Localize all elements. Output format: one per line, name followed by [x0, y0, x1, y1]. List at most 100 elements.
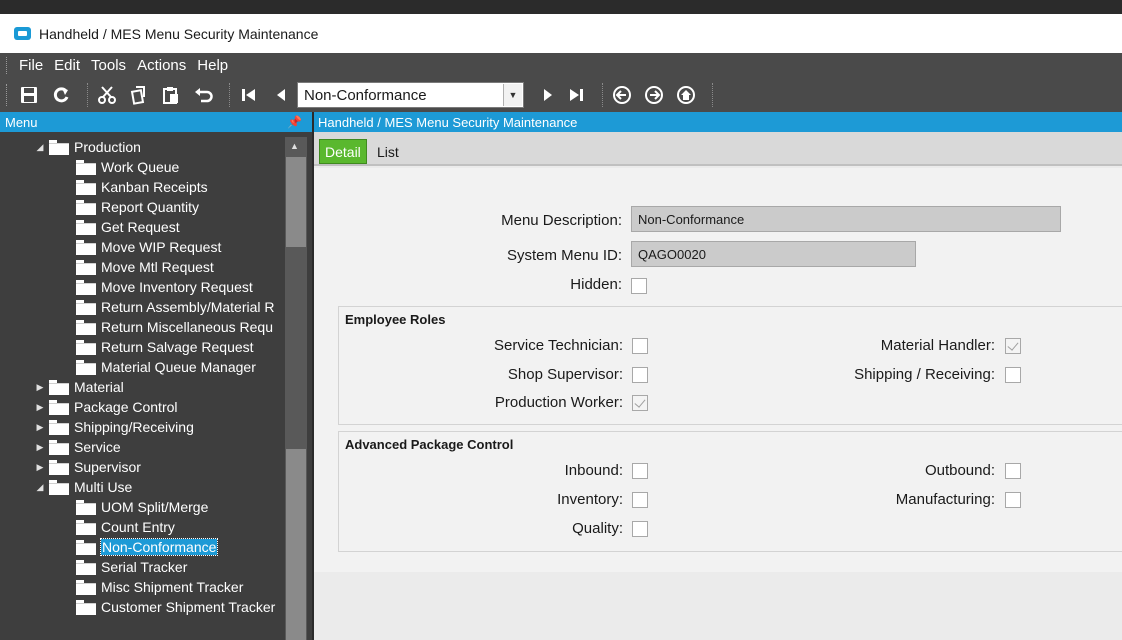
system-menu-id-field[interactable]: QAGO0020	[631, 241, 916, 267]
expand-arrow-icon[interactable]: ▶	[35, 422, 45, 433]
last-record-icon[interactable]	[564, 83, 588, 107]
collapse-arrow-icon[interactable]: ◢	[35, 482, 45, 493]
tree-group-node[interactable]: ▶ Supervisor	[0, 457, 285, 477]
folder-icon	[49, 140, 69, 155]
folder-icon	[76, 280, 96, 295]
home-icon[interactable]	[674, 83, 698, 107]
tree-item[interactable]: Move Inventory Request	[0, 277, 285, 297]
tree-node-label: Report Quantity	[101, 199, 200, 215]
tree-item[interactable]: Move WIP Request	[0, 237, 285, 257]
quality-checkbox[interactable]	[632, 521, 648, 537]
chevron-down-icon[interactable]: ▼	[503, 84, 522, 106]
hidden-checkbox[interactable]	[631, 278, 647, 294]
tree-item[interactable]: UOM Split/Merge	[0, 497, 285, 517]
menu-actions[interactable]: Actions	[137, 57, 186, 74]
menu-description-field[interactable]: Non-Conformance	[631, 206, 1061, 232]
tree-item[interactable]: Serial Tracker	[0, 557, 285, 577]
paste-icon[interactable]	[159, 83, 183, 107]
expand-arrow-icon[interactable]: ▶	[35, 442, 45, 453]
menu-file[interactable]: File	[19, 57, 43, 74]
folder-icon	[76, 320, 96, 335]
tree-node-label: Material	[74, 379, 124, 395]
scrollbar-thumb-lower[interactable]	[286, 449, 306, 640]
folder-icon	[76, 260, 96, 275]
tree-item[interactable]: Misc Shipment Tracker	[0, 577, 285, 597]
tree-item[interactable]: Get Request	[0, 217, 285, 237]
tree-item[interactable]: Kanban Receipts	[0, 177, 285, 197]
pin-icon[interactable]: 📌	[287, 115, 302, 129]
tree-item[interactable]: Material Queue Manager	[0, 357, 285, 377]
manufacturing-checkbox[interactable]	[1005, 492, 1021, 508]
tree-node-label: Package Control	[74, 399, 178, 415]
tree-node-label: Count Entry	[101, 519, 175, 535]
tree-node-label: Serial Tracker	[101, 559, 188, 575]
folder-icon	[76, 240, 96, 255]
window-titlebar: Handheld / MES Menu Security Maintenance	[0, 14, 1122, 53]
folder-icon	[76, 160, 96, 175]
advanced-package-control-group: Advanced Package Control Inbound: Invent…	[338, 431, 1122, 552]
scrollbar-thumb[interactable]	[286, 157, 306, 247]
previous-record-icon[interactable]	[269, 83, 293, 107]
employee-roles-group: Employee Roles Service Technician: Shop …	[338, 306, 1122, 425]
expand-arrow-icon[interactable]: ▶	[35, 462, 45, 473]
service-technician-label: Service Technician:	[494, 337, 623, 354]
tree-group-node[interactable]: ◢ Multi Use	[0, 477, 285, 497]
tab-detail[interactable]: Detail	[319, 139, 367, 164]
first-record-icon[interactable]	[237, 83, 261, 107]
menu-panel-header: Menu 📌	[0, 112, 312, 132]
shop-supervisor-checkbox[interactable]	[632, 367, 648, 383]
service-technician-checkbox[interactable]	[632, 338, 648, 354]
tree-group-node[interactable]: ▶ Service	[0, 437, 285, 457]
folder-icon	[76, 200, 96, 215]
tree-item[interactable]: Customer Shipment Tracker	[0, 597, 285, 617]
copy-icon[interactable]	[127, 83, 151, 107]
folder-icon	[49, 400, 69, 415]
tree-group-node[interactable]: ◢ Production	[0, 137, 285, 157]
collapse-arrow-icon[interactable]: ◢	[35, 142, 45, 153]
tree-node-label: Multi Use	[74, 479, 133, 495]
menu-panel-title: Menu	[5, 114, 38, 130]
tree-group-node[interactable]: ▶ Shipping/Receiving	[0, 417, 285, 437]
inventory-checkbox[interactable]	[632, 492, 648, 508]
tree-node-label: Production	[74, 139, 141, 155]
cut-icon[interactable]	[95, 83, 119, 107]
tree-scrollbar[interactable]: ▲	[285, 137, 307, 640]
detail-panel: Handheld / MES Menu Security Maintenance…	[314, 112, 1122, 640]
refresh-icon[interactable]	[49, 83, 73, 107]
production-worker-checkbox[interactable]	[632, 395, 648, 411]
next-record-icon[interactable]	[536, 83, 560, 107]
tree-group-node[interactable]: ▶ Package Control	[0, 397, 285, 417]
material-handler-checkbox[interactable]	[1005, 338, 1021, 354]
expand-arrow-icon[interactable]: ▶	[35, 382, 45, 393]
shipping-receiving-checkbox[interactable]	[1005, 367, 1021, 383]
tree-item[interactable]: Return Salvage Request	[0, 337, 285, 357]
menu-tree-panel: Menu 📌 ◢ Production Work Queue Kanban Recei…	[0, 112, 312, 640]
folder-icon	[76, 560, 96, 575]
folder-icon	[49, 380, 69, 395]
forward-icon[interactable]	[642, 83, 666, 107]
folder-icon	[49, 460, 69, 475]
record-navigator-combo[interactable]: Non-Conformance ▼	[297, 82, 524, 108]
tree-item[interactable]: Count Entry	[0, 517, 285, 537]
inbound-checkbox[interactable]	[632, 463, 648, 479]
tab-list[interactable]: List	[372, 139, 404, 164]
inventory-label: Inventory:	[557, 491, 623, 508]
menu-help[interactable]: Help	[197, 57, 228, 74]
scroll-up-icon[interactable]: ▲	[290, 141, 299, 151]
tree-item[interactable]: Move Mtl Request	[0, 257, 285, 277]
undo-icon[interactable]	[191, 83, 215, 107]
tree-node-label: Move WIP Request	[101, 239, 222, 255]
expand-arrow-icon[interactable]: ▶	[35, 402, 45, 413]
save-icon[interactable]	[17, 83, 41, 107]
back-icon[interactable]	[610, 83, 634, 107]
tree-item[interactable]: Work Queue	[0, 157, 285, 177]
tree-item[interactable]: Non-Conformance	[0, 537, 285, 557]
tree-group-node[interactable]: ▶ Material	[0, 377, 285, 397]
outbound-checkbox[interactable]	[1005, 463, 1021, 479]
tree-item[interactable]: Return Miscellaneous Requ	[0, 317, 285, 337]
tree-item[interactable]: Return Assembly/Material R	[0, 297, 285, 317]
tree-item[interactable]: Report Quantity	[0, 197, 285, 217]
menu-edit[interactable]: Edit	[54, 57, 80, 74]
tree-node-label: Get Request	[101, 219, 180, 235]
menu-tools[interactable]: Tools	[91, 57, 126, 74]
